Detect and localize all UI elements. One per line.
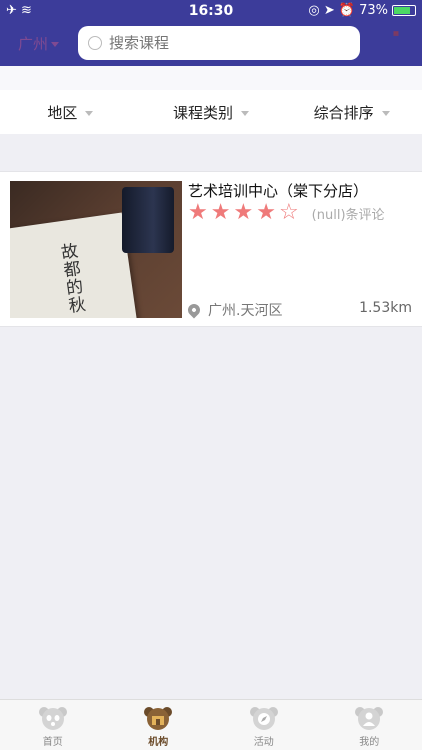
star-filled-icon: ★ bbox=[233, 200, 254, 225]
search-icon bbox=[88, 36, 102, 50]
city-label: 广州 bbox=[18, 35, 49, 53]
panda-org-icon bbox=[143, 705, 173, 731]
filter-label: 课程类别 bbox=[173, 103, 234, 122]
battery-percent: 73% bbox=[359, 3, 388, 18]
institution-name: 艺术培训中心（棠下分店） bbox=[188, 182, 369, 200]
institution-card[interactable]: 故都的秋 艺术培训中心（棠下分店） ★ ★ ★ ★ ☆ (null)条评论 广州… bbox=[0, 171, 422, 327]
star-empty-icon: ☆ bbox=[278, 200, 299, 225]
location-text: 广州.天河区 bbox=[208, 303, 283, 319]
tab-label: 活动 bbox=[253, 737, 274, 748]
filter-sort[interactable]: 综合排序 bbox=[281, 90, 422, 134]
tab-activity[interactable]: 活动 bbox=[211, 700, 317, 750]
star-filled-icon: ★ bbox=[210, 200, 231, 225]
chevron-down-icon bbox=[85, 110, 94, 116]
rating-stars: ★ ★ ★ ★ ☆ (null)条评论 bbox=[188, 202, 385, 224]
status-right: ◎ ➤ ⏰ 73% bbox=[308, 3, 416, 18]
tab-institution[interactable]: 机构 bbox=[106, 700, 212, 750]
cup-image bbox=[122, 187, 174, 253]
distance: 1.53km bbox=[359, 300, 412, 316]
city-selector[interactable]: 广州 bbox=[18, 33, 60, 54]
tab-home[interactable]: 首页 bbox=[0, 700, 106, 750]
scan-icon[interactable]: ▦ bbox=[382, 30, 410, 38]
tab-label: 我的 bbox=[359, 737, 380, 748]
profile-icon bbox=[354, 705, 384, 731]
filter-region[interactable]: 地区 bbox=[0, 90, 141, 134]
star-filled-icon: ★ bbox=[256, 200, 276, 225]
star-filled-icon: ★ bbox=[188, 200, 208, 225]
search-box[interactable] bbox=[78, 26, 360, 60]
chevron-down-icon bbox=[241, 110, 250, 116]
filter-label: 综合排序 bbox=[313, 103, 374, 122]
location-pin-icon bbox=[185, 301, 203, 319]
filter-label: 地区 bbox=[47, 103, 78, 122]
tab-bar: 首页 机构 活动 我的 bbox=[0, 699, 422, 750]
compass-icon bbox=[249, 705, 279, 731]
chevron-down-icon bbox=[51, 42, 60, 47]
institution-photo: 故都的秋 bbox=[10, 181, 182, 318]
tab-label: 机构 bbox=[148, 737, 169, 748]
nav-bar: 广州 ▦ bbox=[0, 22, 422, 66]
status-icons: ◎ ➤ ⏰ bbox=[308, 3, 356, 18]
banner-strip bbox=[0, 66, 422, 90]
review-count: (null)条评论 bbox=[311, 207, 385, 223]
panda-home-icon bbox=[38, 705, 68, 731]
status-bar: ✈ ≋ 16:30 ◎ ➤ ⏰ 73% bbox=[0, 0, 422, 22]
location: 广州.天河区 bbox=[185, 300, 283, 320]
tab-mine[interactable]: 我的 bbox=[317, 700, 422, 750]
filter-bar: 地区 课程类别 综合排序 bbox=[0, 90, 422, 134]
tab-label: 首页 bbox=[42, 737, 63, 748]
search-input[interactable] bbox=[109, 34, 339, 52]
chevron-down-icon bbox=[381, 110, 390, 116]
filter-category[interactable]: 课程类别 bbox=[141, 90, 282, 134]
battery-icon bbox=[392, 5, 416, 16]
